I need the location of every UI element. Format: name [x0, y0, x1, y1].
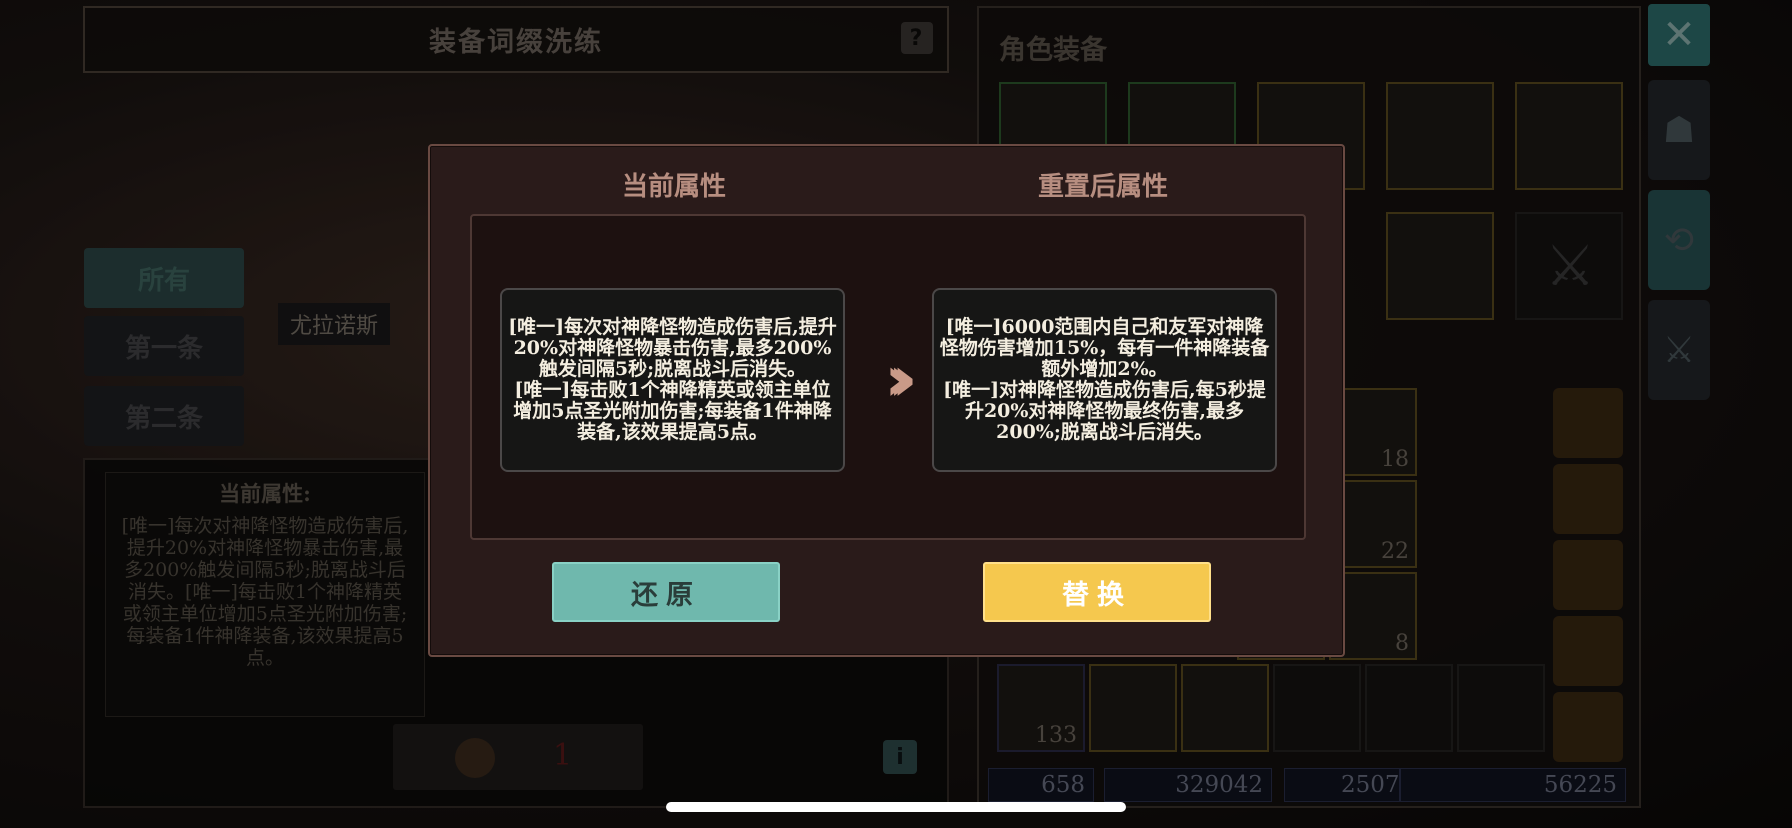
double-chevron-right-icon: ››› [884, 341, 918, 415]
current-attr-card: [唯一]每次对神降怪物造成伤害后,提升20%对神降怪物暴击伤害,最多200%触发… [500, 288, 845, 472]
reset-attr-card: [唯一]6000范围内自己和友军对神降怪物伤害增加15%，每有一件神降装备额外增… [932, 288, 1277, 472]
home-indicator[interactable] [666, 802, 1126, 812]
replace-button[interactable]: 替换 [983, 562, 1211, 622]
reset-attr-title: 重置后属性 [1037, 172, 1168, 202]
restore-button[interactable]: 还原 [552, 562, 780, 622]
reset-confirm-dialog: 当前属性 重置后属性 [唯一]每次对神降怪物造成伤害后,提升20%对神降怪物暴击… [428, 144, 1345, 657]
current-attr-title: 当前属性 [621, 172, 726, 202]
attr-compare-area: [唯一]每次对神降怪物造成伤害后,提升20%对神降怪物暴击伤害,最多200%触发… [470, 214, 1306, 540]
